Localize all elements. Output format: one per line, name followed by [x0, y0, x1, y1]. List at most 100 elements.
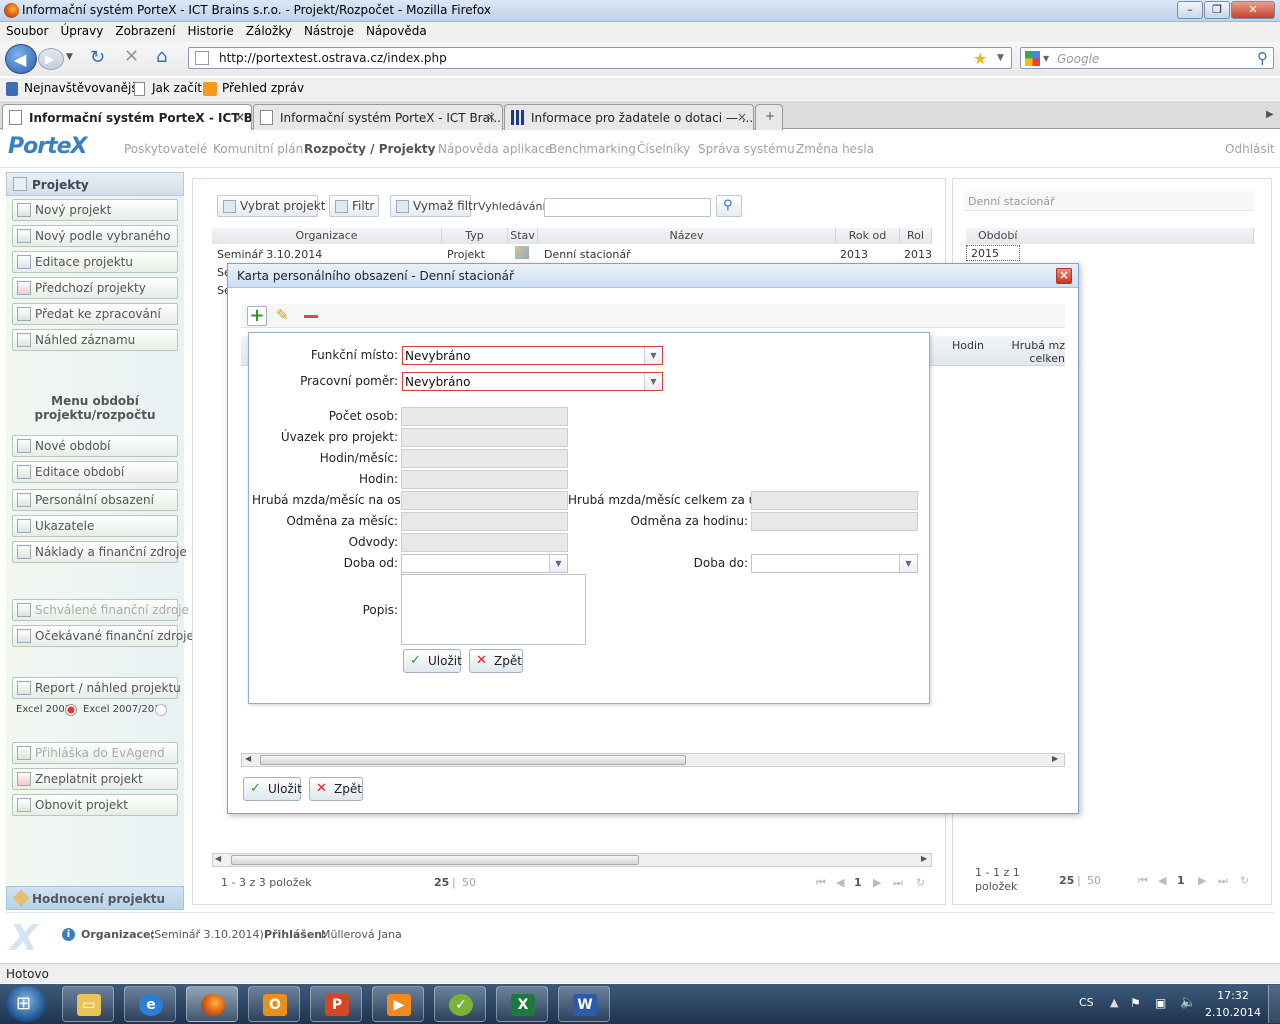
doba-do-select[interactable]: ▼ [751, 554, 918, 573]
menu-napoveda[interactable]: Nápověda [360, 22, 433, 38]
volume-icon[interactable]: 🔈 [1180, 995, 1196, 1010]
approved-funds-button[interactable]: Schválené finanční zdroje [12, 599, 189, 621]
last-page-icon[interactable]: ⏭ [893, 876, 903, 890]
logout-link[interactable]: Odhlásit [1225, 142, 1275, 156]
menu-zalozky[interactable]: Záložky [240, 22, 298, 38]
col-nazev[interactable]: Název [538, 228, 836, 244]
odmena-mesic-input[interactable] [401, 512, 568, 531]
clock-date[interactable]: 2.10.2014 [1204, 1006, 1262, 1019]
excel-2003-radio[interactable] [65, 704, 77, 716]
start-button[interactable]: ⊞ [6, 986, 46, 1022]
previous-projects-button[interactable]: Předchozí projekty [12, 277, 178, 299]
indicators-button[interactable]: Ukazatele [12, 515, 178, 537]
nav-poskytovatele[interactable]: Poskytovatelé [124, 142, 207, 156]
invalidate-project-button[interactable]: Zneplatnit projekt [12, 768, 178, 790]
personnel-button[interactable]: Personální obsazení [12, 489, 178, 511]
col-hruba-mzda[interactable]: Hrubá mz celken [1007, 339, 1065, 367]
form-save-button[interactable]: ✓ Uložit [403, 649, 462, 673]
scroll-right-icon[interactable]: ▶ [1052, 754, 1058, 763]
explorer-taskbar-button[interactable]: ▭ [62, 986, 114, 1022]
engine-dropdown-icon[interactable]: ▼ [1043, 54, 1049, 63]
tab-portex-active[interactable]: Informační systém PorteX - ICT B... × [2, 104, 252, 131]
url-dropdown-icon[interactable]: ▼ [997, 53, 1004, 63]
cell-org[interactable]: Seminář 3.10.2014 [217, 248, 322, 261]
hodin-mesic-input[interactable] [401, 449, 568, 468]
search-button[interactable]: ⚲ [716, 195, 742, 217]
forward-button[interactable]: ▶ [38, 48, 64, 70]
cell-rok-od[interactable]: 2013 [840, 248, 868, 261]
col-organizace[interactable]: Organizace [212, 228, 442, 244]
main-hscroll[interactable]: ◀ ▶ [212, 853, 932, 867]
prev-page-icon[interactable]: ◀ [836, 876, 844, 889]
hruba-mzda-celkem-input[interactable] [751, 491, 918, 510]
nav-sprava-systemu[interactable]: Správa systému [698, 142, 795, 156]
col-rok[interactable]: Rol [900, 228, 932, 244]
menu-nastroje[interactable]: Nástroje [298, 22, 360, 38]
scroll-left-icon[interactable]: ◀ [245, 754, 251, 763]
doba-od-select[interactable]: ▼ [401, 554, 568, 573]
history-dropdown-icon[interactable]: ▼ [66, 52, 73, 62]
flag-icon[interactable]: ⚑ [1130, 996, 1141, 1010]
menu-upravy[interactable]: Úpravy [54, 22, 109, 38]
minus-icon[interactable] [304, 315, 318, 318]
funkcni-misto-select[interactable]: Nevybráno ▼ [402, 346, 663, 365]
close-window-button[interactable]: ✕ [1231, 1, 1275, 19]
hruba-mzda-input[interactable] [401, 491, 568, 510]
minimize-button[interactable]: – [1177, 1, 1203, 19]
col-typ[interactable]: Typ [442, 228, 508, 244]
select-project-button[interactable]: Vybrat projekt [217, 195, 325, 217]
odvody-input[interactable] [401, 533, 568, 552]
new-project-button[interactable]: Nový projekt [12, 199, 178, 221]
tab-portex-2[interactable]: Informační systém PorteX - ICT Brai... × [253, 104, 503, 130]
tab-close-icon[interactable]: × [737, 110, 747, 124]
pocet-osob-input[interactable] [401, 407, 568, 426]
stop-icon[interactable]: ✕ [124, 46, 139, 67]
scroll-left-icon[interactable]: ◀ [215, 854, 221, 863]
bookmark-star-icon[interactable]: ★ [973, 49, 987, 68]
pracovni-pomer-select[interactable]: Nevybráno ▼ [402, 372, 663, 391]
odmena-hodinu-input[interactable] [751, 512, 918, 531]
restore-project-button[interactable]: Obnovit projekt [12, 794, 178, 816]
col-rok-od[interactable]: Rok od [836, 228, 900, 244]
new-tab-button[interactable]: + [755, 104, 783, 130]
page-size-25[interactable]: 25 [434, 876, 449, 889]
col-obdobi[interactable]: Období [966, 228, 1254, 244]
cell-nazev[interactable]: Denní stacionář [544, 248, 631, 261]
language-indicator[interactable]: CS [1079, 996, 1094, 1009]
prev-page-icon[interactable]: ◀ [1158, 874, 1166, 887]
evagend-button[interactable]: Přihláška do EvAgend [12, 742, 178, 764]
firefox-taskbar-button[interactable] [186, 986, 238, 1022]
nav-ciselniky[interactable]: Číselníky [637, 142, 690, 156]
col-hodin[interactable]: Hodin [930, 339, 1006, 352]
refresh-icon[interactable]: ↻ [1240, 874, 1249, 887]
tray-expand-icon[interactable]: ▲ [1110, 996, 1118, 1009]
cell-rok[interactable]: 2013 [904, 248, 932, 261]
powerpoint-taskbar-button[interactable]: P [310, 986, 362, 1022]
dialog-back-button[interactable]: ✕ Zpět [309, 777, 363, 801]
tab-close-icon[interactable]: × [235, 110, 245, 124]
add-icon[interactable]: + [247, 306, 267, 326]
menu-soubor[interactable]: Soubor [0, 22, 54, 38]
new-period-button[interactable]: Nové období [12, 435, 178, 457]
edit-period-button[interactable]: Editace období [12, 461, 178, 483]
tab-scroll-icon[interactable]: ▶ [1266, 109, 1274, 120]
bookmark-most-visited[interactable]: Nejnavštěvovanější [24, 81, 141, 95]
tab-close-icon[interactable]: × [486, 110, 496, 124]
maximize-button[interactable]: ❐ [1204, 1, 1230, 19]
app-taskbar-button[interactable]: ✓ [434, 986, 486, 1022]
hodin-input[interactable] [401, 470, 568, 489]
menu-zobrazeni[interactable]: Zobrazení [109, 22, 181, 38]
next-page-icon[interactable]: ▶ [1198, 874, 1206, 887]
search-icon[interactable]: ⚲ [1257, 49, 1268, 67]
home-icon[interactable]: ⌂ [156, 46, 167, 67]
page-size-50[interactable]: 50 [462, 876, 476, 889]
word-taskbar-button[interactable]: W [558, 986, 610, 1022]
new-from-selected-button[interactable]: Nový podle vybraného [12, 225, 178, 247]
last-page-icon[interactable]: ⏭ [1218, 874, 1228, 888]
preview-record-button[interactable]: Náhled záznamu [12, 329, 178, 351]
refresh-icon[interactable]: ↻ [916, 876, 925, 889]
submit-processing-button[interactable]: Předat ke zpracování [12, 303, 178, 325]
uvazek-input[interactable] [401, 428, 568, 447]
nav-zmena-hesla[interactable]: Změna hesla [796, 142, 874, 156]
menu-historie[interactable]: Historie [181, 22, 239, 38]
